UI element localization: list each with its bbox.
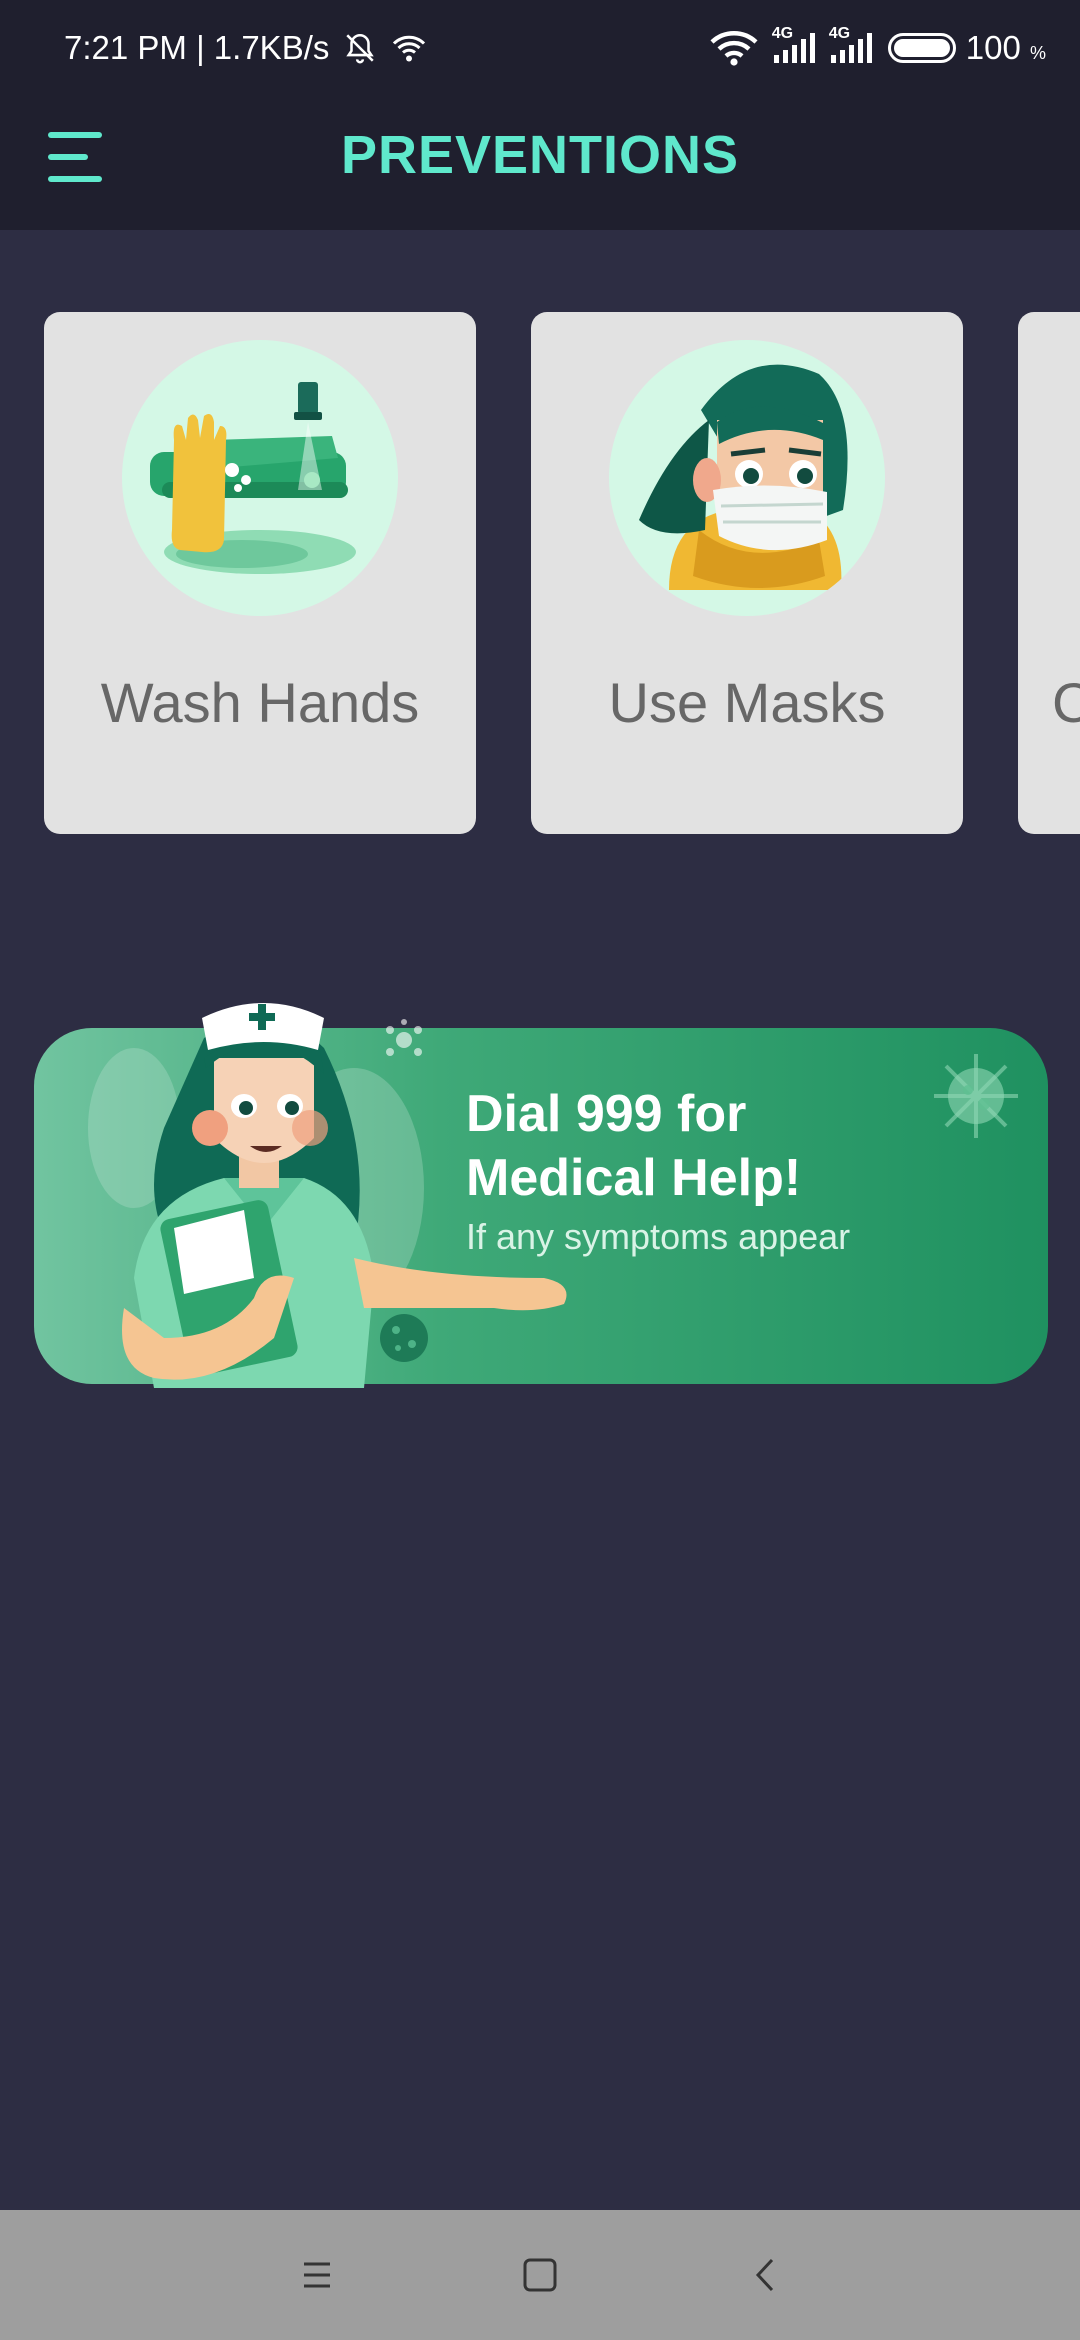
card-label-wash-hands: Wash Hands [100, 671, 420, 734]
page-title: PREVENTIONS [340, 125, 740, 185]
system-nav-bar [0, 2210, 1080, 2340]
status-bar: 7:21 PM | 1.7KB/s 4G 4G 100 % [0, 0, 1080, 96]
card-label-partial: C [1052, 671, 1080, 734]
hotspot-wifi-icon [393, 35, 426, 62]
banner-title-line2: Medical Help! [466, 1149, 802, 1207]
status-time-speed: 7:21 PM | 1.7KB/s [64, 29, 330, 66]
medical-help-banner[interactable]: Dial 999 for Medical Help! If any sympto… [34, 1003, 1048, 1388]
bell-off-icon [346, 33, 375, 64]
mask-woman-illustration [609, 340, 885, 616]
card-wash-hands[interactable]: Wash Hands [44, 312, 476, 834]
signal-icon-1: 4G [772, 25, 815, 63]
battery-icon [887, 33, 956, 63]
recents-icon[interactable] [292, 2250, 342, 2300]
app-bar: PREVENTIONS [0, 96, 1080, 230]
signal-icon-2: 4G [829, 25, 872, 63]
battery-indicator: 100 % [887, 29, 1046, 67]
home-icon[interactable] [515, 2250, 565, 2300]
wifi-icon [710, 31, 758, 66]
banner-subtitle: If any symptoms appear [466, 1216, 851, 1257]
card-label-use-masks: Use Masks [608, 671, 886, 734]
network-type-2: 4G [828, 25, 851, 42]
network-type-1: 4G [771, 25, 794, 42]
banner-title: Dial 999 for Medical Help! [466, 1082, 1026, 1210]
battery-percent: 100 % [965, 29, 1046, 66]
status-left: 7:21 PM | 1.7KB/s [64, 29, 427, 67]
hamburger-menu-icon[interactable] [48, 132, 106, 186]
back-icon[interactable] [742, 2250, 792, 2300]
card-partial[interactable]: C [1018, 312, 1080, 834]
card-use-masks[interactable]: Use Masks [531, 312, 963, 834]
banner-title-line1: Dial 999 for [466, 1085, 747, 1143]
status-right: 4G 4G 100 % [710, 25, 1046, 67]
prevention-cards-carousel[interactable]: Wash Hands Use Masks C [0, 312, 1080, 836]
wash-hands-illustration [122, 340, 398, 616]
